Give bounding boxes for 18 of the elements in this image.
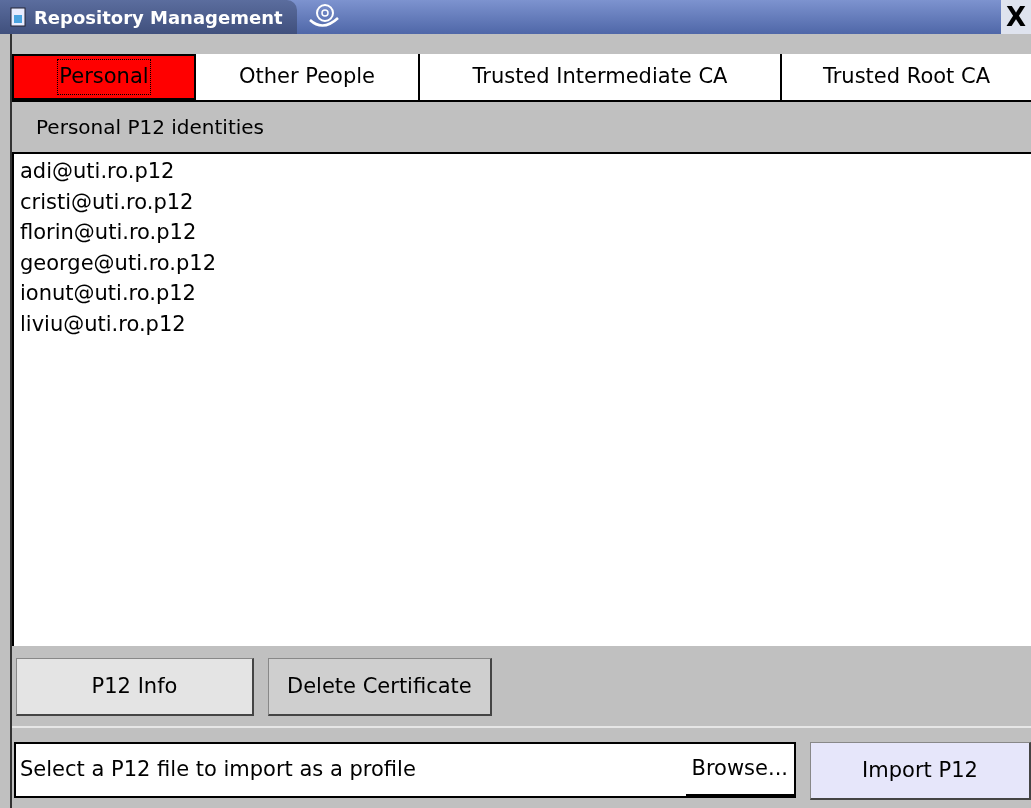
document-icon: [10, 7, 26, 27]
action-button[interactable]: Delete Certificate: [268, 658, 492, 716]
list-item[interactable]: ionut@uti.ro.p12: [20, 278, 196, 309]
list-item[interactable]: florin@uti.ro.p12: [20, 217, 197, 248]
action-button[interactable]: P12 Info: [16, 658, 254, 716]
import-button[interactable]: Import P12: [810, 742, 1031, 800]
list-item[interactable]: liviu@uti.ro.p12: [20, 308, 186, 339]
close-button[interactable]: X: [1001, 0, 1031, 34]
file-field[interactable]: Select a P12 file to import as a profile Browse...: [14, 742, 796, 798]
tab[interactable]: Personal: [12, 54, 196, 100]
tab[interactable]: Trusted Intermediate CA: [420, 54, 782, 100]
list-item[interactable]: george@uti.ro.p12: [20, 247, 217, 278]
list-item[interactable]: cristi@uti.ro.p12: [20, 186, 194, 217]
tab[interactable]: Trusted Root CA: [782, 54, 1031, 100]
window-title: Repository Management: [34, 5, 283, 30]
tab[interactable]: Other People: [196, 54, 420, 100]
section-header: Personal P12 identities: [35, 114, 265, 141]
list-item[interactable]: adi@uti.ro.p12: [20, 156, 175, 187]
